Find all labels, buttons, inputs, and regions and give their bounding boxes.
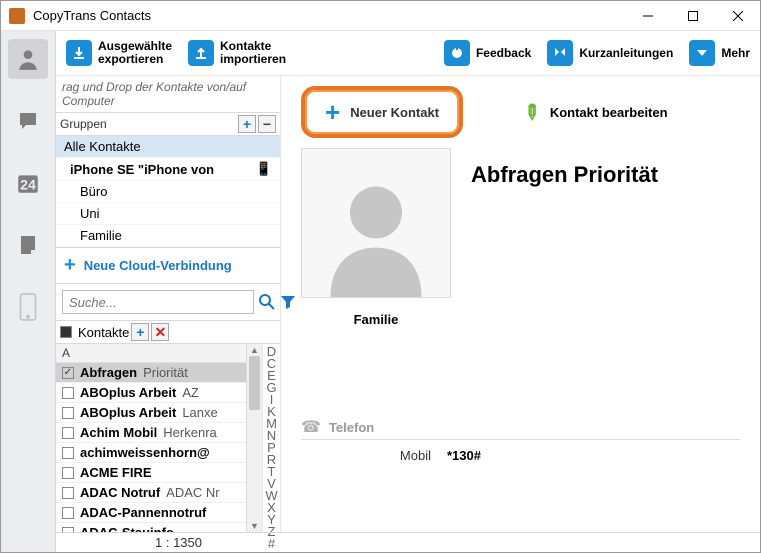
guides-icon xyxy=(547,40,573,66)
contact-row[interactable]: achimweissenhorn@ xyxy=(56,443,246,463)
phone-small-icon: 📱 xyxy=(256,161,272,177)
plus-icon: + xyxy=(64,254,76,277)
more-icon xyxy=(689,40,715,66)
contact-row[interactable]: ABOplus Arbeit AZ xyxy=(56,383,246,403)
more-button[interactable]: Mehr xyxy=(689,40,750,66)
select-all-checkbox[interactable] xyxy=(60,326,72,338)
contact-row[interactable]: ABOplus Arbeit Lanxe xyxy=(56,403,246,423)
group-all[interactable]: Alle Kontakte xyxy=(56,136,280,158)
delete-contact-icon[interactable]: ✕ xyxy=(151,323,169,341)
drag-hint: rag und Drop der Kontakte von/auf Comput… xyxy=(56,76,280,113)
contact-row[interactable]: Achim Mobil Herkenra xyxy=(56,423,246,443)
scroll-up-icon[interactable]: ▲ xyxy=(247,344,262,356)
checkbox[interactable] xyxy=(62,447,74,459)
group-item[interactable]: Familie xyxy=(56,225,280,247)
checkbox[interactable] xyxy=(62,407,74,419)
export-icon xyxy=(66,40,92,66)
rail-contacts-icon[interactable] xyxy=(8,39,48,79)
group-device[interactable]: iPhone SE "iPhone von 📱 xyxy=(56,158,280,181)
import-button[interactable]: Kontakte importieren xyxy=(188,40,286,66)
phone-icon: ☎ xyxy=(301,417,321,437)
letter-header: A xyxy=(56,344,246,363)
checkbox[interactable] xyxy=(62,387,74,399)
status-bar: 1 : 1350 xyxy=(56,532,760,552)
search-icon[interactable] xyxy=(258,291,276,313)
export-button[interactable]: Ausgewählte exportieren xyxy=(66,40,172,66)
contact-name: Abfragen Priorität xyxy=(471,162,658,188)
plus-icon: + xyxy=(325,102,340,122)
svg-text:24: 24 xyxy=(20,177,36,193)
scrollbar[interactable]: ▲ ▼ xyxy=(246,344,262,532)
groups-header: Gruppen + − xyxy=(56,113,280,136)
rail-calendar-icon[interactable]: 24 xyxy=(8,163,48,203)
toolbar: Ausgewählte exportieren Kontakte importi… xyxy=(56,31,760,75)
contacts-header: Kontakte + ✕ xyxy=(56,321,280,344)
checkbox[interactable]: ✓ xyxy=(62,367,74,379)
left-rail: 24 xyxy=(1,31,56,552)
contact-row[interactable]: ADAC Notruf ADAC Nr xyxy=(56,483,246,503)
contact-row[interactable]: ✓Abfragen Priorität xyxy=(56,363,246,383)
contact-row[interactable]: ACME FIRE xyxy=(56,463,246,483)
contact-row[interactable]: ADAC-Stauinfo xyxy=(56,523,246,532)
window-maximize[interactable] xyxy=(670,1,715,30)
new-cloud-button[interactable]: + Neue Cloud-Verbindung xyxy=(56,247,280,284)
group-item[interactable]: Büro xyxy=(56,181,280,203)
rail-messages-icon[interactable] xyxy=(8,101,48,141)
app-icon xyxy=(9,8,25,24)
rail-device-icon[interactable] xyxy=(8,287,48,327)
contact-group: Familie xyxy=(301,312,451,327)
remove-group-icon[interactable]: − xyxy=(258,115,276,133)
feedback-icon xyxy=(444,40,470,66)
edit-contact-button[interactable]: ✎ Kontakt bearbeiten xyxy=(523,100,668,125)
contact-row[interactable]: ADAC-Pannennotruf xyxy=(56,503,246,523)
new-contact-button[interactable]: + Neuer Kontakt xyxy=(301,86,463,138)
window-close[interactable] xyxy=(715,1,760,30)
window-minimize[interactable] xyxy=(625,1,670,30)
checkbox[interactable] xyxy=(62,507,74,519)
checkbox[interactable] xyxy=(62,467,74,479)
pen-icon: ✎ xyxy=(517,97,547,127)
group-item[interactable]: Uni xyxy=(56,203,280,225)
titlebar: CopyTrans Contacts xyxy=(1,1,760,31)
app-title: CopyTrans Contacts xyxy=(33,8,625,23)
phone-section-header: ☎ Telefon xyxy=(301,417,740,440)
avatar xyxy=(301,148,451,298)
contacts-list: A ✓Abfragen PrioritätABOplus Arbeit AZAB… xyxy=(56,344,246,532)
phone-entry: Mobil *130# xyxy=(301,440,740,463)
add-group-icon[interactable]: + xyxy=(238,115,256,133)
scroll-down-icon[interactable]: ▼ xyxy=(247,520,262,532)
rail-notes-icon[interactable] xyxy=(8,225,48,265)
scroll-thumb[interactable] xyxy=(249,356,260,410)
add-contact-icon[interactable]: + xyxy=(131,323,149,341)
guides-button[interactable]: Kurzanleitungen xyxy=(547,40,673,66)
groups-list: Alle Kontakte iPhone SE "iPhone von 📱 Bü… xyxy=(56,136,280,247)
az-index[interactable]: DCEGIKMNPRTVWXYZ# xyxy=(262,344,280,532)
checkbox[interactable] xyxy=(62,427,74,439)
import-icon xyxy=(188,40,214,66)
feedback-button[interactable]: Feedback xyxy=(444,40,531,66)
search-input[interactable] xyxy=(62,290,254,314)
checkbox[interactable] xyxy=(62,487,74,499)
